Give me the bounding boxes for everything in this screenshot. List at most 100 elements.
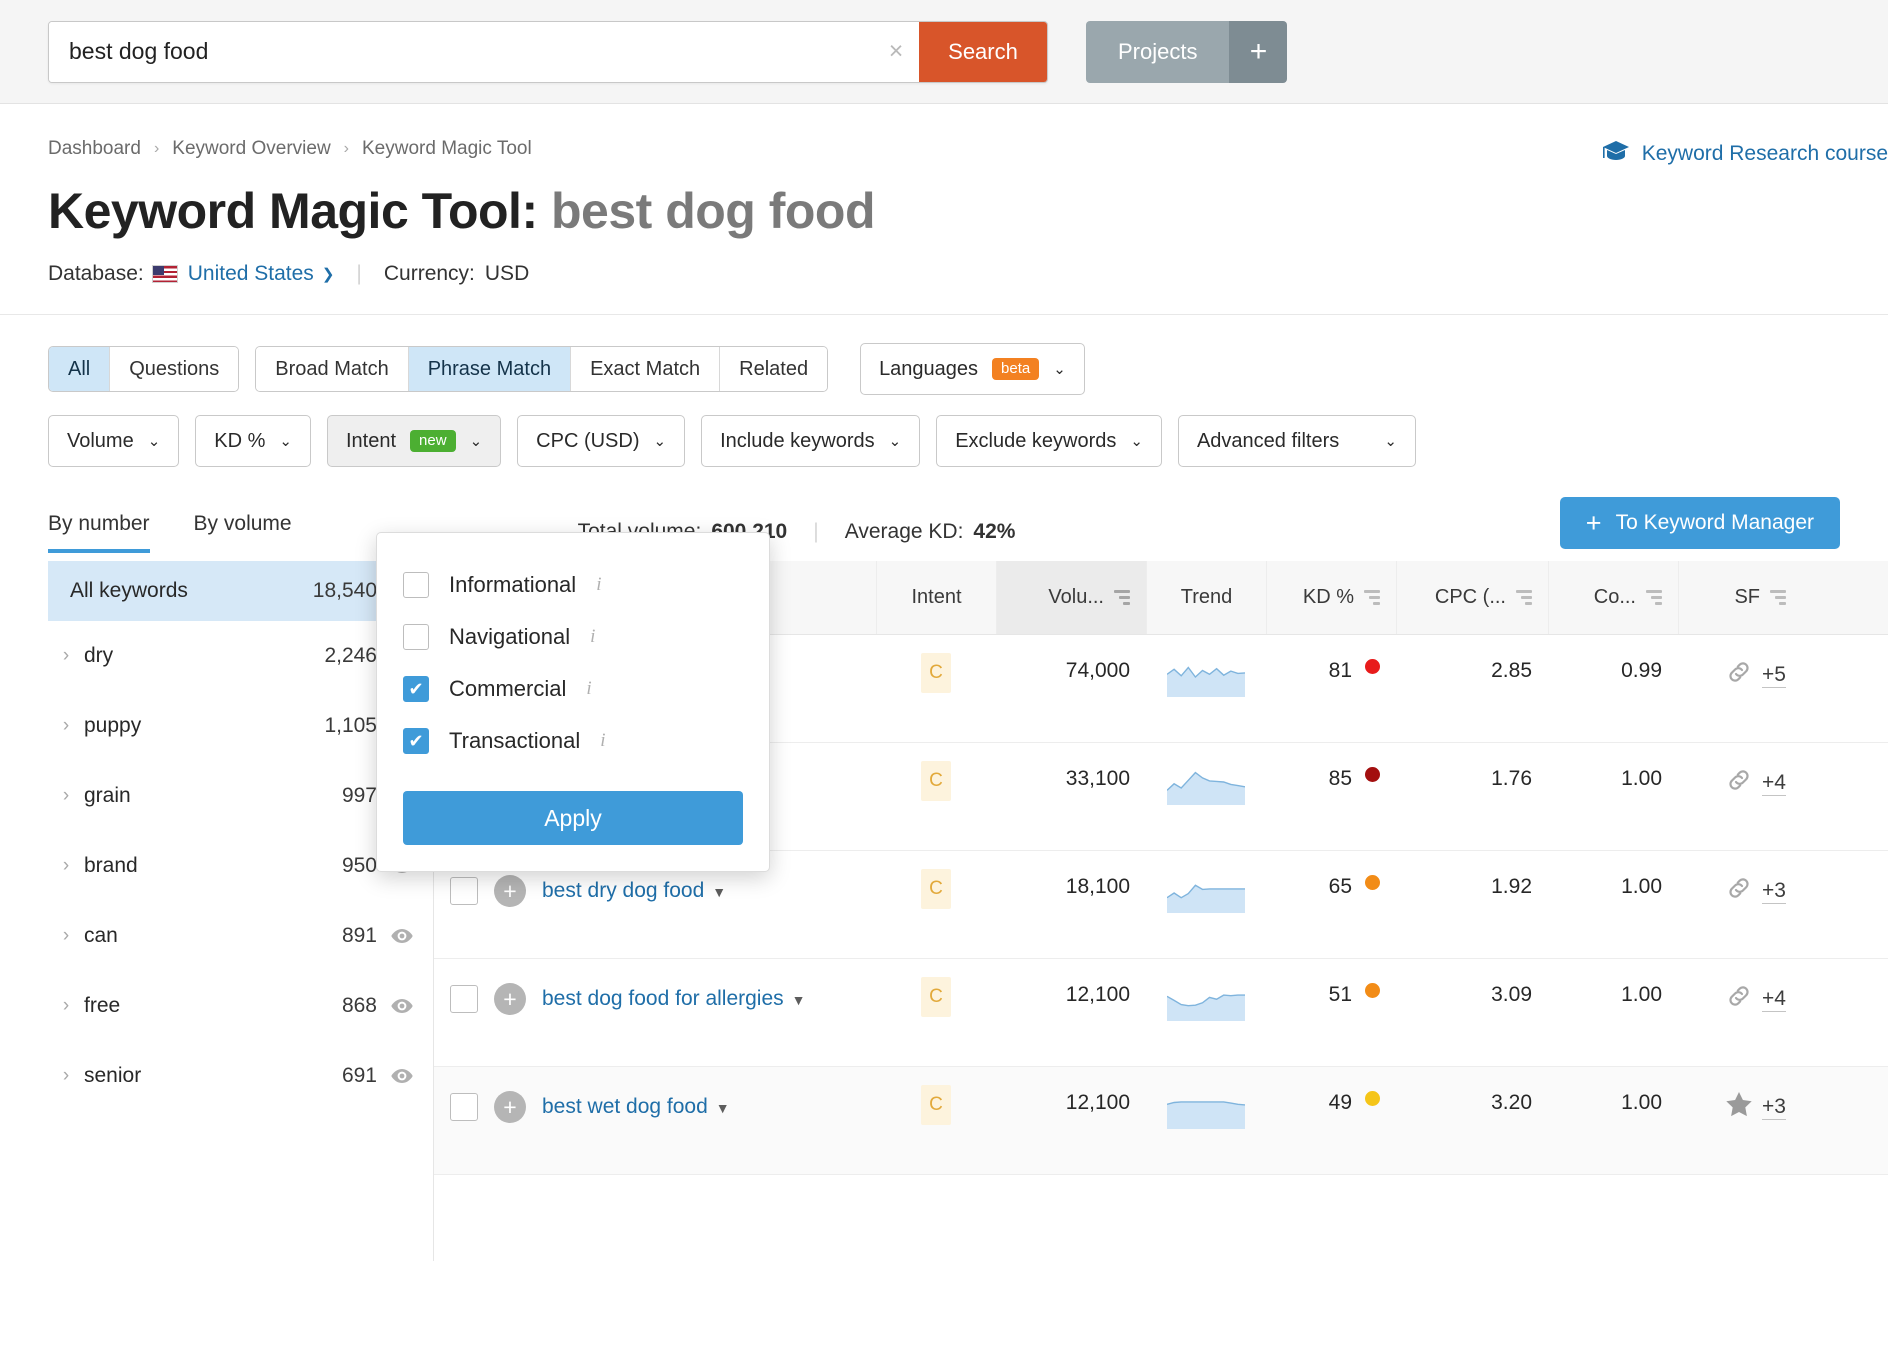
advanced-filters-dropdown[interactable]: Advanced filters ⌄ bbox=[1177, 415, 1416, 467]
kd-filter-dropdown[interactable]: KD % ⌄ bbox=[195, 415, 311, 467]
exclude-keywords-dropdown[interactable]: Exclude keywords ⌄ bbox=[936, 415, 1162, 467]
sort-icon bbox=[1364, 590, 1380, 605]
sidebar-item-senior[interactable]: › senior 691 bbox=[48, 1041, 433, 1111]
keyword-research-course-link[interactable]: Keyword Research course bbox=[1602, 140, 1888, 168]
filter-tab-related[interactable]: Related bbox=[720, 347, 828, 391]
sf-count[interactable]: +4 bbox=[1762, 987, 1786, 1012]
info-icon[interactable]: i bbox=[590, 626, 595, 648]
tab-by-volume[interactable]: By volume bbox=[194, 512, 292, 553]
checkbox-icon[interactable]: ✔ bbox=[403, 728, 429, 754]
link-icon[interactable] bbox=[1725, 659, 1753, 691]
database-selector[interactable]: United States bbox=[188, 262, 314, 286]
star-icon[interactable] bbox=[1725, 1091, 1753, 1123]
chevron-right-icon[interactable]: › bbox=[48, 645, 84, 667]
add-keyword-button[interactable]: + bbox=[494, 983, 526, 1015]
sidebar-item-can[interactable]: › can 891 bbox=[48, 901, 433, 971]
filter-tab-exact-match[interactable]: Exact Match bbox=[571, 347, 721, 391]
checkbox-icon[interactable] bbox=[403, 624, 429, 650]
breadcrumb-item-keyword-overview[interactable]: Keyword Overview bbox=[172, 138, 330, 160]
breadcrumb-item-dashboard[interactable]: Dashboard bbox=[48, 138, 141, 160]
column-header-trend[interactable]: Trend bbox=[1146, 561, 1266, 634]
sidebar-item-label: brand bbox=[84, 854, 138, 877]
sf-count[interactable]: +3 bbox=[1762, 879, 1786, 904]
keyword-link[interactable]: best dry dog food ▼ bbox=[542, 875, 726, 908]
chevron-right-icon[interactable]: › bbox=[48, 785, 84, 807]
languages-dropdown[interactable]: Languages beta ⌄ bbox=[860, 343, 1085, 395]
chevron-right-icon[interactable]: › bbox=[48, 855, 84, 877]
row-checkbox[interactable] bbox=[450, 985, 478, 1013]
to-keyword-manager-button[interactable]: + To Keyword Manager bbox=[1559, 497, 1840, 549]
chevron-down-icon[interactable]: ❯ bbox=[322, 265, 335, 283]
filter-tab-questions[interactable]: Questions bbox=[110, 347, 239, 391]
search-button[interactable]: Search bbox=[919, 21, 1047, 82]
filter-tab-broad-match[interactable]: Broad Match bbox=[256, 347, 409, 391]
clear-search-icon[interactable]: × bbox=[873, 22, 919, 82]
column-header-volume[interactable]: Volu... bbox=[996, 561, 1146, 634]
eye-icon[interactable] bbox=[391, 995, 413, 1017]
link-icon[interactable] bbox=[1725, 875, 1753, 907]
intent-option-informational[interactable]: Informational i bbox=[403, 559, 743, 611]
chevron-right-icon[interactable]: › bbox=[48, 925, 84, 947]
link-icon[interactable] bbox=[1725, 983, 1753, 1015]
intent-badge[interactable]: C bbox=[921, 869, 951, 909]
keyword-link[interactable]: best wet dog food ▼ bbox=[542, 1091, 730, 1124]
intent-option-navigational[interactable]: Navigational i bbox=[403, 611, 743, 663]
table-row[interactable]: + best wet dog food ▼ C 12,100 49 3.20 1.00 +3 bbox=[434, 1067, 1888, 1175]
chevron-right-icon[interactable]: › bbox=[48, 995, 84, 1017]
link-icon[interactable] bbox=[1725, 767, 1753, 799]
info-icon[interactable]: i bbox=[586, 678, 591, 700]
eye-icon[interactable] bbox=[391, 925, 413, 947]
eye-icon[interactable] bbox=[391, 1065, 413, 1087]
chevron-right-icon[interactable]: › bbox=[48, 1065, 84, 1087]
filter-tab-phrase-match[interactable]: Phrase Match bbox=[408, 347, 572, 391]
chevron-right-icon[interactable]: › bbox=[48, 715, 84, 737]
metric-filters-row: Volume ⌄ KD % ⌄ Intent new ⌄ CPC (USD) ⌄… bbox=[48, 415, 1840, 467]
search-input[interactable] bbox=[49, 21, 873, 82]
intent-option-commercial[interactable]: ✔ Commercial i bbox=[403, 663, 743, 715]
add-keyword-button[interactable]: + bbox=[494, 875, 526, 907]
intent-badge[interactable]: C bbox=[921, 653, 951, 693]
cell-trend bbox=[1146, 1091, 1266, 1129]
row-checkbox[interactable] bbox=[450, 1093, 478, 1121]
intent-badge[interactable]: C bbox=[921, 761, 951, 801]
caret-down-icon[interactable]: ▼ bbox=[712, 884, 726, 900]
info-icon[interactable]: i bbox=[600, 730, 605, 752]
add-keyword-button[interactable]: + bbox=[494, 1091, 526, 1123]
projects-button[interactable]: Projects bbox=[1086, 20, 1230, 83]
column-header-intent[interactable]: Intent bbox=[876, 561, 996, 634]
caret-down-icon[interactable]: ▼ bbox=[792, 992, 806, 1008]
intent-badge[interactable]: C bbox=[921, 977, 951, 1017]
breadcrumb-item-keyword-magic-tool[interactable]: Keyword Magic Tool bbox=[362, 138, 532, 160]
column-header-kd[interactable]: KD % bbox=[1266, 561, 1396, 634]
breadcrumb-separator-icon: › bbox=[343, 140, 349, 157]
column-header-cpc[interactable]: CPC (... bbox=[1396, 561, 1548, 634]
include-keywords-dropdown[interactable]: Include keywords ⌄ bbox=[701, 415, 921, 467]
apply-intent-button[interactable]: Apply bbox=[403, 791, 743, 845]
kd-value: 85 bbox=[1328, 767, 1352, 790]
column-header-sf[interactable]: SF bbox=[1678, 561, 1802, 634]
checkbox-icon[interactable] bbox=[403, 572, 429, 598]
caret-down-icon[interactable]: ▼ bbox=[716, 1100, 730, 1116]
intent-option-transactional[interactable]: ✔ Transactional i bbox=[403, 715, 743, 767]
add-project-button[interactable]: + bbox=[1229, 20, 1288, 83]
filter-tab-all[interactable]: All bbox=[49, 347, 111, 391]
checkbox-icon[interactable]: ✔ bbox=[403, 676, 429, 702]
sidebar-all-keywords-label: All keywords bbox=[70, 579, 188, 602]
sidebar-all-keywords-count: 18,540 bbox=[312, 579, 377, 602]
row-checkbox[interactable] bbox=[450, 877, 478, 905]
sf-count[interactable]: +5 bbox=[1762, 663, 1786, 688]
tab-by-number[interactable]: By number bbox=[48, 512, 150, 553]
cpc-filter-dropdown[interactable]: CPC (USD) ⌄ bbox=[517, 415, 686, 467]
column-header-com[interactable]: Co... bbox=[1548, 561, 1678, 634]
cell-trend bbox=[1146, 875, 1266, 913]
cell-volume: 18,100 bbox=[1065, 875, 1130, 898]
intent-badge[interactable]: C bbox=[921, 1085, 951, 1125]
sf-count[interactable]: +3 bbox=[1762, 1095, 1786, 1120]
table-row[interactable]: + best dog food for allergies ▼ C 12,100 51 3.… bbox=[434, 959, 1888, 1067]
intent-filter-dropdown[interactable]: Intent new ⌄ bbox=[327, 415, 502, 467]
volume-filter-dropdown[interactable]: Volume ⌄ bbox=[48, 415, 180, 467]
keyword-link[interactable]: best dog food for allergies ▼ bbox=[542, 983, 806, 1016]
sf-count[interactable]: +4 bbox=[1762, 771, 1786, 796]
info-icon[interactable]: i bbox=[596, 574, 601, 596]
sidebar-item-free[interactable]: › free 868 bbox=[48, 971, 433, 1041]
